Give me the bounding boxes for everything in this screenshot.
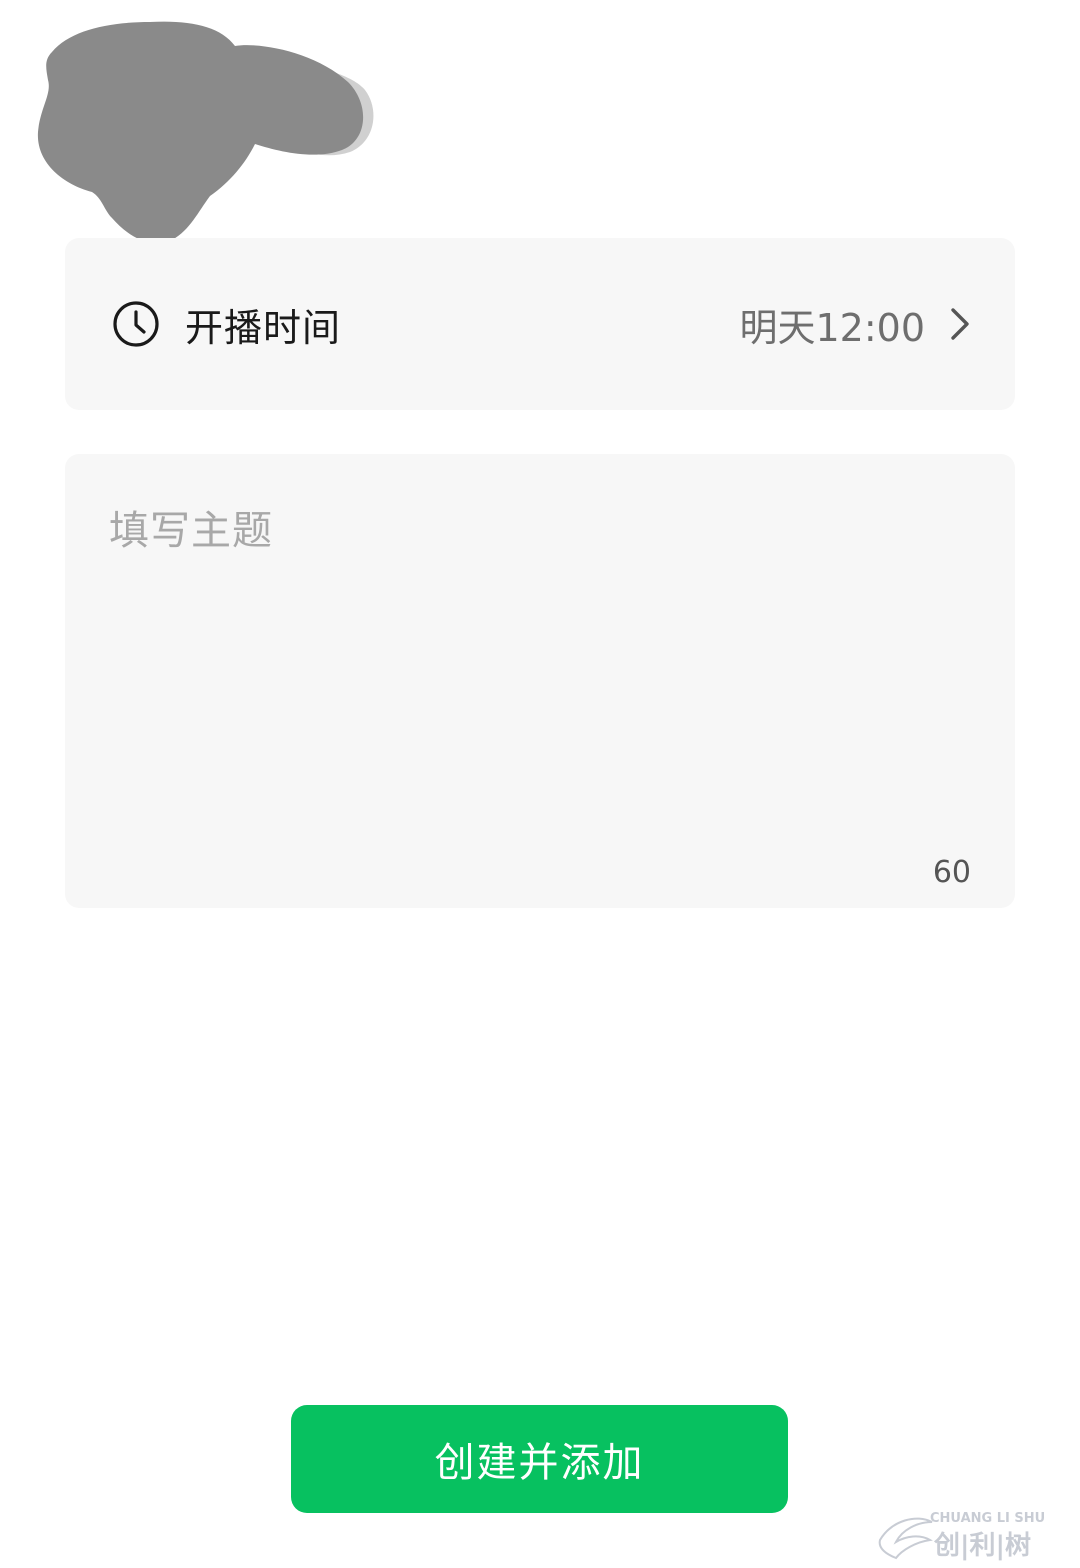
watermark-logo: CHUANG LI SHU 创|利|树 [878, 1511, 1045, 1561]
redaction-blob [37, 21, 374, 244]
clock-icon [111, 299, 161, 349]
svg-text:创|利|树: 创|利|树 [933, 1531, 1031, 1561]
schedule-time-row[interactable]: 开播时间 明天12:00 [65, 238, 1015, 410]
schedule-label: 开播时间 [185, 305, 342, 350]
char-counter: 60 [932, 855, 971, 890]
topic-card: 60 [65, 454, 1015, 908]
schedule-value: 明天12:00 [739, 305, 925, 350]
topic-input[interactable] [109, 498, 969, 858]
svg-text:CHUANG LI SHU: CHUANG LI SHU [930, 1511, 1045, 1526]
create-and-add-button[interactable]: 创建并添加 [291, 1405, 788, 1513]
chevron-right-icon [947, 306, 973, 342]
